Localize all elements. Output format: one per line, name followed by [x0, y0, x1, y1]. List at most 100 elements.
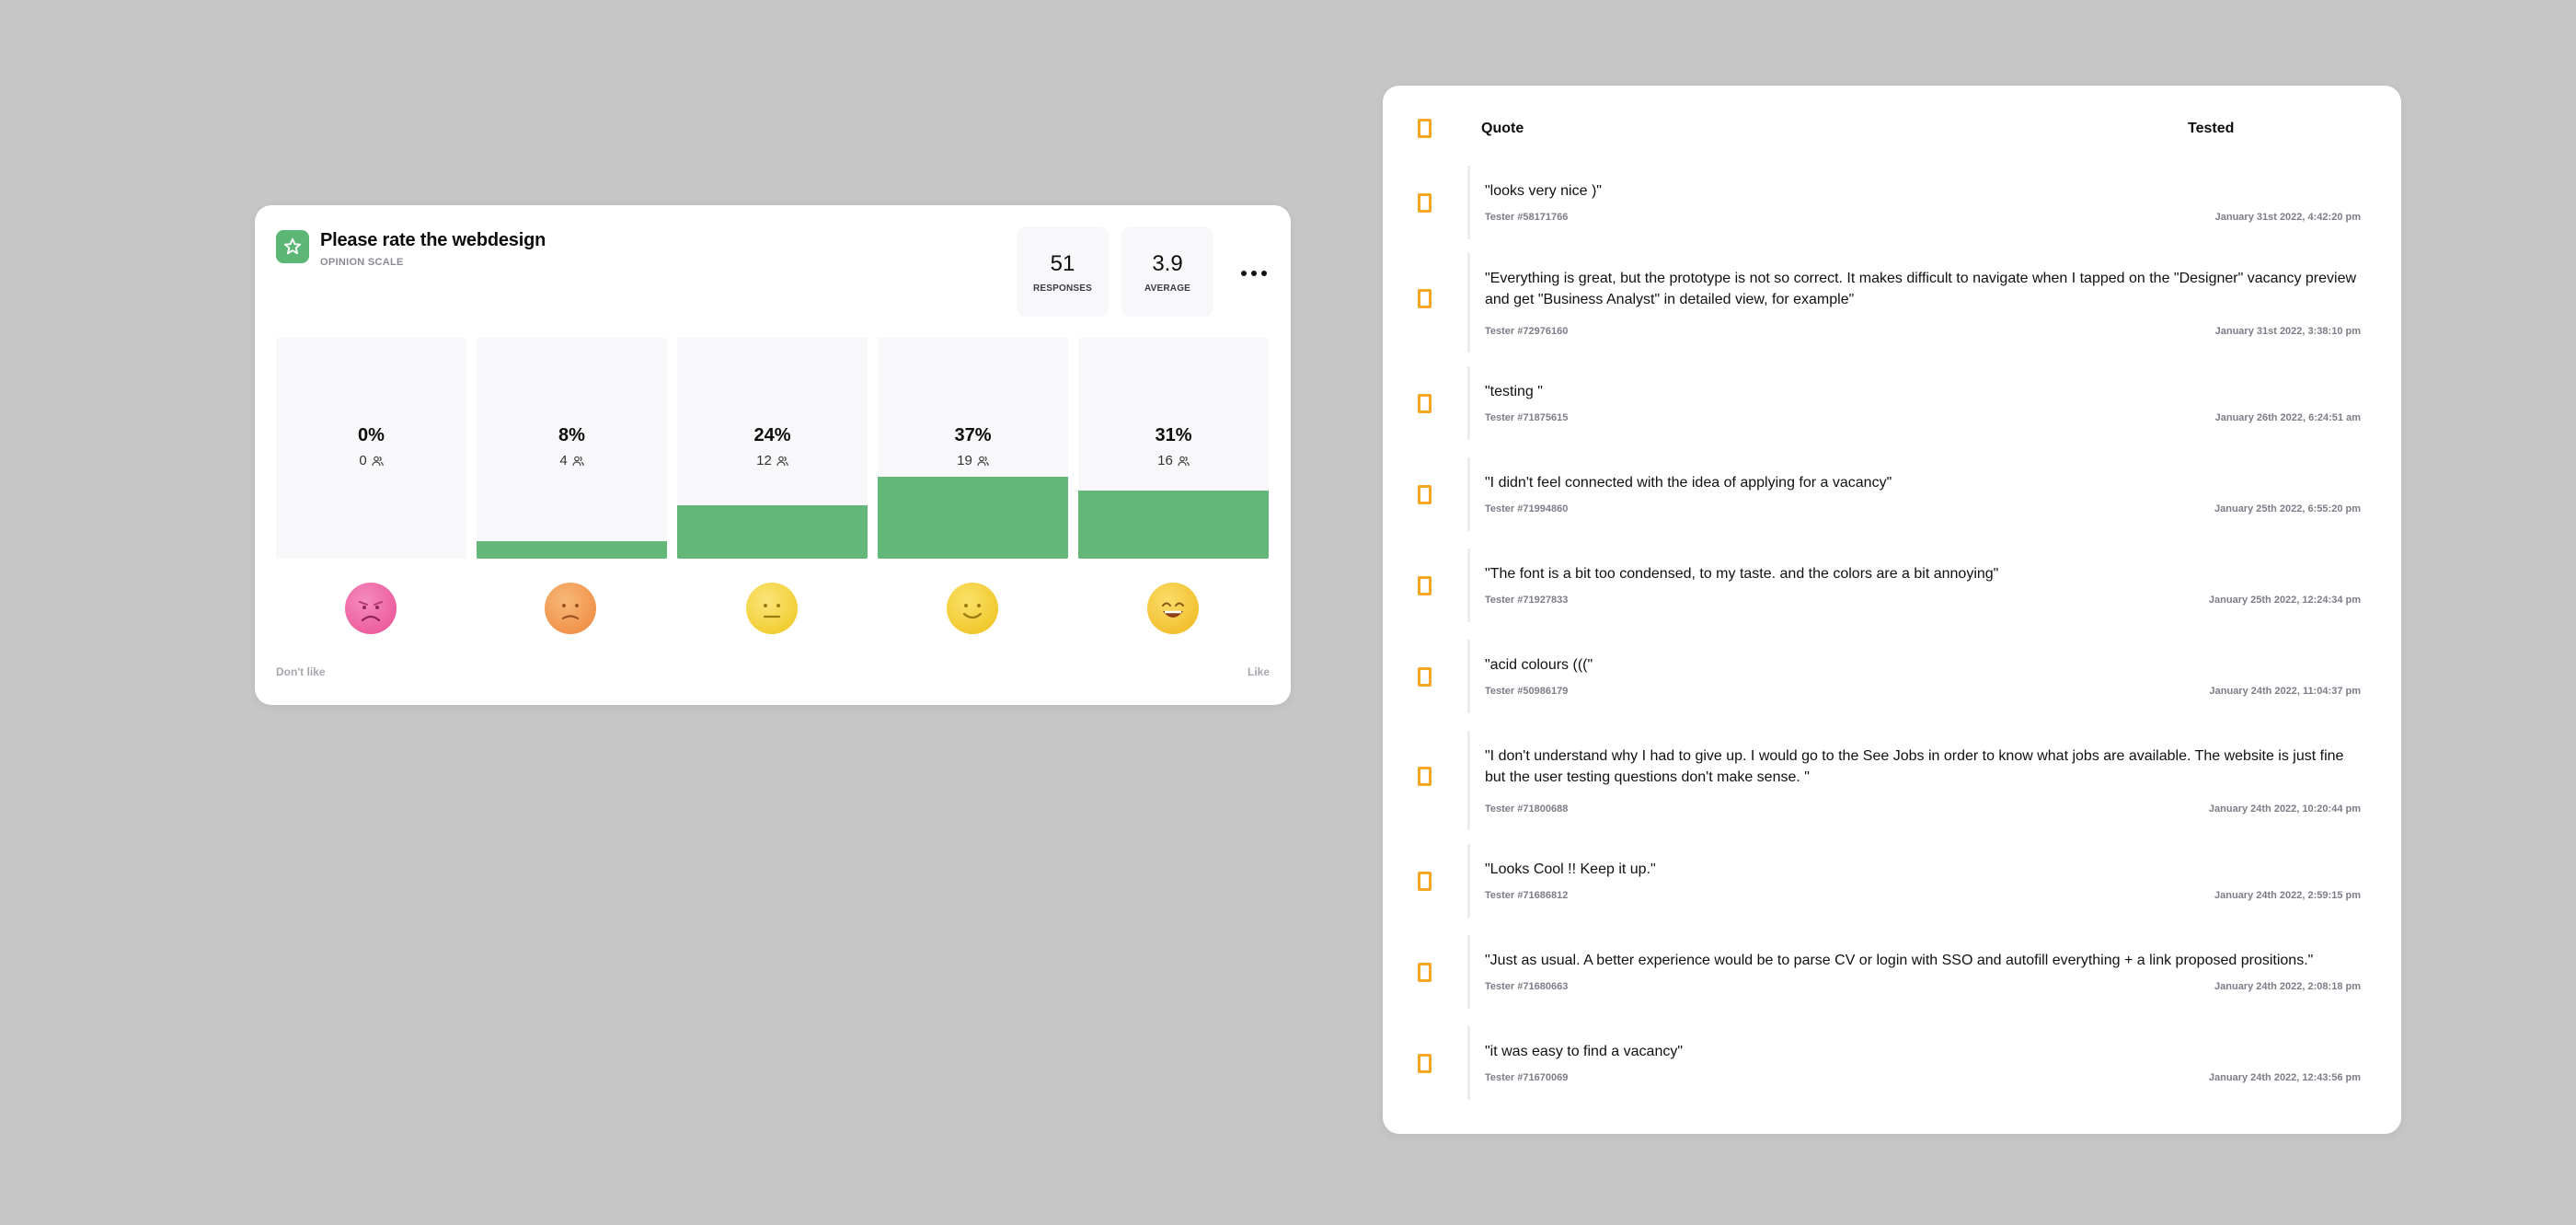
select-all-checkbox[interactable]	[1418, 119, 1432, 138]
tester-id[interactable]: Tester #71994860	[1485, 503, 1568, 514]
frowning-face-icon	[545, 583, 596, 634]
bar-fill	[1078, 491, 1269, 559]
bar-count-value: 16	[1157, 453, 1173, 468]
tester-id[interactable]: Tester #58171766	[1485, 212, 1568, 223]
row-divider	[1467, 935, 1470, 1009]
scale-bar-4: 37% 19	[878, 338, 1068, 559]
scale-faces	[276, 583, 1270, 638]
scale-high-label: Like	[1247, 665, 1270, 678]
average-label: AVERAGE	[1144, 283, 1191, 294]
responses-stat: 51 RESPONSES	[1017, 226, 1109, 317]
quote-text: "The font is a bit too condensed, to my …	[1485, 566, 1999, 582]
row-divider	[1467, 640, 1470, 713]
average-stat: 3.9 AVERAGE	[1121, 226, 1213, 317]
scale-bar-3: 24% 12	[677, 338, 868, 559]
bar-count-value: 0	[359, 453, 367, 468]
scale-low-label: Don't like	[276, 665, 326, 678]
tester-id[interactable]: Tester #71927833	[1485, 595, 1568, 606]
smiling-face-icon	[947, 583, 998, 634]
bar-count: 16	[1078, 453, 1269, 470]
quote-text: "Just as usual. A better experience woul…	[1485, 953, 2314, 968]
table-row[interactable]: "Everything is great, but the prototype …	[1383, 253, 2401, 352]
tested-date: January 24th 2022, 2:08:18 pm	[2214, 981, 2361, 992]
scale-bar-2: 8% 4	[477, 338, 667, 559]
tester-id[interactable]: Tester #72976160	[1485, 326, 1568, 337]
people-icon	[977, 455, 989, 470]
table-row[interactable]: "Looks Cool !! Keep it up." Tester #71686…	[1383, 844, 2401, 918]
bar-percent: 0%	[358, 425, 385, 445]
row-checkbox[interactable]	[1418, 767, 1432, 786]
scale-bar-1: 0% 0	[276, 338, 466, 559]
column-header-quote: Quote	[1481, 121, 1524, 136]
tester-id[interactable]: Tester #71800688	[1485, 803, 1568, 815]
bar-count-value: 4	[559, 453, 568, 468]
quote-text: "testing "	[1485, 384, 1543, 399]
tested-date: January 25th 2022, 6:55:20 pm	[2214, 503, 2361, 514]
people-icon	[572, 455, 584, 470]
bar-count: 4	[477, 453, 667, 470]
table-row[interactable]: "testing " Tester #71875615 January 26th 2…	[1383, 366, 2401, 440]
row-checkbox[interactable]	[1418, 394, 1432, 413]
row-checkbox[interactable]	[1418, 1054, 1432, 1073]
bar-count: 12	[677, 453, 868, 470]
row-checkbox[interactable]	[1418, 963, 1432, 982]
bar-count-value: 19	[957, 453, 972, 468]
row-checkbox[interactable]	[1418, 872, 1432, 891]
table-row[interactable]: "Just as usual. A better experience woul…	[1383, 935, 2401, 1009]
responses-value: 51	[1050, 251, 1075, 276]
row-checkbox[interactable]	[1418, 576, 1432, 595]
quote-text: "looks very nice )"	[1485, 183, 1602, 199]
table-row[interactable]: "I didn't feel connected with the idea o…	[1383, 457, 2401, 531]
row-checkbox[interactable]	[1418, 193, 1432, 213]
row-checkbox[interactable]	[1418, 289, 1432, 308]
bar-percent: 24%	[753, 425, 791, 445]
bar-count: 19	[878, 453, 1068, 470]
quote-text: "Everything is great, but the prototype …	[1485, 271, 2357, 307]
bar-percent: 37%	[954, 425, 992, 445]
neutral-face-icon	[746, 583, 798, 634]
question-title: Please rate the webdesign	[320, 230, 546, 250]
tested-date: January 24th 2022, 2:59:15 pm	[2214, 890, 2361, 901]
quote-text: "it was easy to find a vacancy"	[1485, 1044, 1684, 1059]
tester-id[interactable]: Tester #71686812	[1485, 890, 1568, 901]
column-header-tested: Tested	[2188, 121, 2235, 136]
table-row[interactable]: "I don't understand why I had to give up…	[1383, 731, 2401, 830]
bar-percent: 31%	[1155, 425, 1192, 445]
row-divider	[1467, 844, 1470, 918]
card-header: Please rate the webdesign OPINION SCALE	[276, 226, 1270, 322]
table-row[interactable]: "acid colours (((" Tester #50986179 Januar…	[1383, 640, 2401, 713]
quote-text: "Looks Cool !! Keep it up."	[1485, 861, 1656, 877]
tested-date: January 24th 2022, 12:43:56 pm	[2208, 1072, 2361, 1083]
more-horizontal-icon[interactable]	[1241, 266, 1267, 281]
tested-date: January 26th 2022, 6:24:51 am	[2214, 412, 2361, 423]
tester-id[interactable]: Tester #71680663	[1485, 981, 1568, 992]
table-row[interactable]: "The font is a bit too condensed, to my …	[1383, 549, 2401, 622]
bar-count: 0	[276, 453, 466, 470]
table-row[interactable]: "it was easy to find a vacancy" Tester #7…	[1383, 1026, 2401, 1100]
row-checkbox[interactable]	[1418, 485, 1432, 504]
row-divider	[1467, 457, 1470, 531]
bar-percent: 8%	[558, 425, 585, 445]
bar-fill	[677, 505, 868, 559]
row-divider	[1467, 549, 1470, 622]
tester-id[interactable]: Tester #71670069	[1485, 1072, 1568, 1083]
tested-date: January 24th 2022, 11:04:37 pm	[2209, 686, 2361, 697]
table-row[interactable]: "looks very nice )" Tester #58171766 Janua…	[1383, 166, 2401, 239]
tester-id[interactable]: Tester #71875615	[1485, 412, 1568, 423]
quotes-table-card: Quote Tested "looks very nice )" Tester #…	[1383, 86, 2401, 1134]
row-divider	[1467, 1026, 1470, 1100]
tester-id[interactable]: Tester #50986179	[1485, 686, 1568, 697]
people-icon	[1178, 455, 1190, 470]
quote-text: "acid colours ((("	[1485, 657, 1593, 673]
quote-text: "I don't understand why I had to give up…	[1485, 748, 2344, 785]
row-checkbox[interactable]	[1418, 667, 1432, 687]
tested-date: January 31st 2022, 3:38:10 pm	[2214, 326, 2361, 337]
quote-text: "I didn't feel connected with the idea o…	[1485, 475, 1892, 491]
row-divider	[1467, 366, 1470, 440]
bar-fill	[878, 477, 1068, 559]
bar-count-value: 12	[756, 453, 772, 468]
scale-bar-5: 31% 16	[1078, 338, 1269, 559]
star-icon	[276, 230, 309, 263]
tested-date: January 31st 2022, 4:42:20 pm	[2214, 212, 2361, 223]
tested-date: January 24th 2022, 10:20:44 pm	[2208, 803, 2361, 815]
